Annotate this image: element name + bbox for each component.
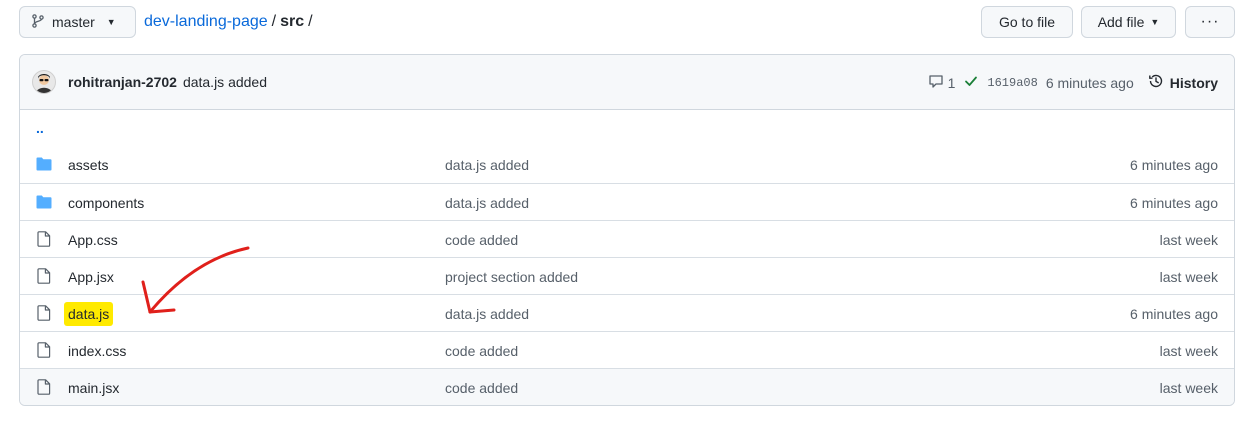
file-name-link[interactable]: index.css [68,332,126,369]
file-age: 6 minutes ago [1130,305,1218,322]
kebab-horizontal-icon: ··· [1200,13,1220,30]
file-commit-message-link[interactable]: data.js added [445,184,529,221]
file-row[interactable]: index.css code added last week [20,331,1234,368]
file-age: 6 minutes ago [1130,156,1218,173]
breadcrumb-current-dir: src [280,13,305,30]
commit-message-link[interactable]: data.js added [183,74,267,90]
history-label: History [1169,74,1218,91]
commit-comments-link[interactable]: 1 [928,73,956,92]
breadcrumb-repo-link[interactable]: dev-landing-page [144,13,268,31]
file-browser: rohitranjan-2702 data.js added 1 1619a08… [19,54,1235,406]
file-icon [36,231,52,247]
file-commit-message-link[interactable]: data.js added [445,295,529,332]
file-name: App.jsx [68,268,114,285]
file-commit-message-link[interactable]: code added [445,332,518,369]
file-name: components [68,194,145,211]
file-name-link[interactable]: main.jsx [68,369,120,405]
file-age: last week [1159,268,1218,285]
branch-name: master [52,14,95,30]
git-branch-icon [30,13,46,32]
file-age: 6 minutes ago [1130,194,1218,211]
history-link[interactable]: History [1148,73,1218,92]
file-name-link[interactable]: App.jsx [68,258,114,295]
file-row[interactable]: main.jsx code added last week [20,368,1234,405]
go-to-file-button[interactable]: Go to file [981,6,1073,38]
avatar[interactable] [32,70,56,94]
file-icon [36,342,52,358]
file-row[interactable]: App.jsx project section added last week [20,257,1234,294]
file-commit-message-link[interactable]: project section added [445,258,578,295]
caret-down-icon: ▼ [1150,17,1160,27]
file-age: last week [1159,231,1218,248]
add-file-label: Add file [1097,14,1145,30]
commit-time: 6 minutes ago [1045,74,1134,91]
file-name-link[interactable]: data.js [64,295,114,332]
file-name: assets [68,156,109,173]
file-name-link[interactable]: components [68,184,144,221]
file-list: assets data.js added 6 minutes ago componen… [20,146,1234,405]
history-icon [1148,73,1164,92]
add-file-button[interactable]: Add file ▼ [1081,6,1176,38]
branch-selector-button[interactable]: master ▼ [19,6,136,38]
commit-meta: 1 1619a08 6 minutes ago History [928,55,1218,110]
parent-directory-link[interactable]: .. [36,120,44,136]
breadcrumb-separator: / [308,13,313,30]
file-row[interactable]: data.js data.js added 6 minutes ago [20,294,1234,331]
comment-icon [928,73,944,92]
file-icon [36,268,52,284]
file-row[interactable]: App.css code added last week [20,220,1234,257]
go-to-file-label: Go to file [998,14,1056,30]
file-name: App.css [68,231,118,248]
file-age: last week [1159,342,1218,359]
file-name: main.jsx [68,379,120,396]
breadcrumb-separator: / [271,13,277,30]
file-commit-message-link[interactable]: data.js added [445,146,529,183]
file-row[interactable]: components data.js added 6 minutes ago [20,183,1234,220]
file-name: index.css [68,342,127,359]
caret-down-icon: ▼ [106,17,116,27]
folder-icon [36,194,52,210]
more-options-button[interactable]: ··· [1185,6,1235,38]
file-age: last week [1159,379,1218,396]
file-commit-message-link[interactable]: code added [445,221,518,258]
latest-commit-bar: rohitranjan-2702 data.js added 1 1619a08… [20,55,1234,110]
comment-count: 1 [947,74,956,91]
file-icon [36,379,52,395]
file-icon [36,305,52,321]
file-row[interactable]: assets data.js added 6 minutes ago [20,146,1234,183]
commit-author-link[interactable]: rohitranjan-2702 [68,74,177,90]
file-name: data.js [64,301,114,326]
parent-directory-row[interactable]: .. [20,110,1234,146]
repo-toolbar: master ▼ dev-landing-page / src / Go to … [19,6,1235,39]
folder-icon [36,156,52,172]
file-commit-message-link[interactable]: code added [445,369,518,405]
commit-sha-link[interactable]: 1619a08 [987,76,1037,90]
file-name-link[interactable]: assets [68,146,108,183]
file-name-link[interactable]: App.css [68,221,118,258]
check-icon[interactable] [963,73,979,92]
breadcrumb: dev-landing-page / src / [144,6,317,38]
